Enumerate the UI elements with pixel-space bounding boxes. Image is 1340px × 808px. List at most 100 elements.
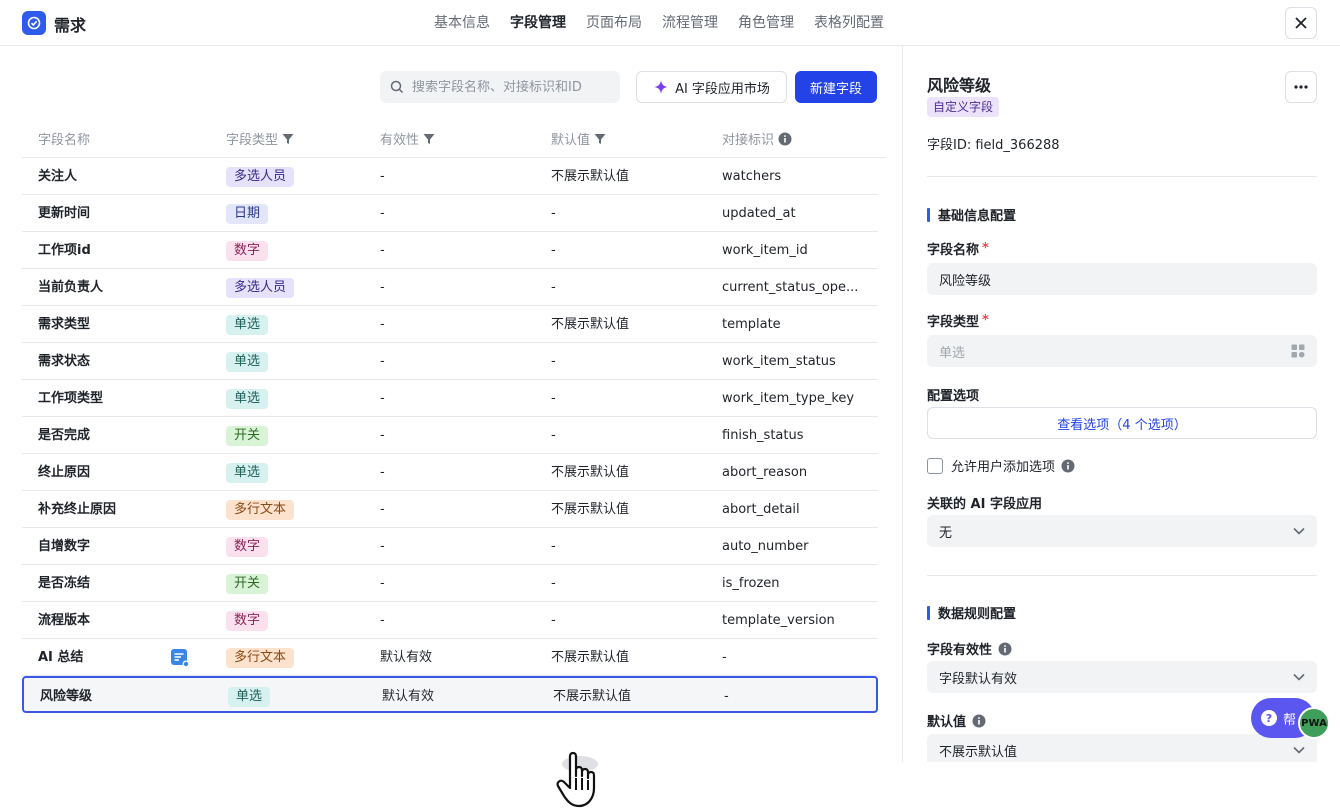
filter-icon[interactable] xyxy=(282,133,294,145)
validity-cell: - xyxy=(380,576,385,591)
field-detail-panel: 风险等级 自定义字段 字段ID: field_366288 基础信息配置 字段名… xyxy=(902,46,1340,762)
field-list-area: AI 字段应用市场 新建字段 字段名称 字段类型 有效性 默认值 对接标识 关注… xyxy=(0,46,902,808)
table-row[interactable]: 需求状态 单选 - - work_item_status xyxy=(22,343,878,380)
table-body: 关注人 多选人员 - 不展示默认值 watchers 更新时间 日期 - - updated_at… xyxy=(22,158,886,762)
table-row[interactable]: AI 总结 多行文本 默认有效 不展示默认值 - xyxy=(22,639,878,676)
header-api-key: 对接标识 xyxy=(722,129,792,148)
type-tag: 单选 xyxy=(226,462,269,483)
type-tag: 多选人员 xyxy=(226,277,295,298)
type-tag: 单选 xyxy=(226,351,269,372)
options-config-label: 配置选项 xyxy=(927,389,980,404)
more-actions-button[interactable] xyxy=(1285,71,1317,103)
header-field-name: 字段名称 xyxy=(38,133,91,148)
type-tag: 单选 xyxy=(228,686,271,707)
field-name-cell: AI 总结 xyxy=(38,650,84,665)
validity-cell: - xyxy=(380,428,385,443)
filter-icon[interactable] xyxy=(594,133,606,145)
ai-field-market-button[interactable]: AI 字段应用市场 xyxy=(636,71,787,103)
checkbox-box[interactable] xyxy=(927,457,943,474)
table-row[interactable]: 需求类型 单选 - 不展示默认值 template xyxy=(22,306,878,343)
default-value-cell: - xyxy=(551,613,556,628)
tab-5[interactable]: 表格列配置 xyxy=(804,0,894,46)
table-row[interactable]: 自增数字 数字 - - auto_number xyxy=(22,528,878,565)
field-name-cell: 是否冻结 xyxy=(38,576,91,591)
table-row[interactable]: 工作项类型 单选 - - work_item_type_key xyxy=(22,380,878,417)
header-validity: 有效性 xyxy=(380,129,435,148)
filter-icon[interactable] xyxy=(423,133,435,145)
default-value-select[interactable]: 不展示默认值 xyxy=(927,734,1317,762)
table-row[interactable]: 当前负责人 多选人员 - - current_status_ope... xyxy=(22,269,878,306)
table-row[interactable]: 补充终止原因 多行文本 - 不展示默认值 abort_detail xyxy=(22,491,878,528)
chevron-down-icon xyxy=(1293,527,1305,535)
api-key-cell: finish_status xyxy=(722,428,804,443)
info-icon[interactable] xyxy=(778,132,792,146)
app-logo-icon xyxy=(22,11,46,35)
table-row[interactable]: 工作项id 数字 - - work_item_id xyxy=(22,232,878,269)
api-key-cell: updated_at xyxy=(722,206,796,221)
table-row[interactable]: 终止原因 单选 - 不展示默认值 abort_reason xyxy=(22,454,878,491)
search-icon xyxy=(390,80,404,94)
field-type-label: 字段类型 * xyxy=(927,313,989,330)
more-dots-icon xyxy=(1294,85,1308,89)
default-value-cell: - xyxy=(551,243,556,258)
tab-3[interactable]: 流程管理 xyxy=(652,0,728,46)
validity-cell: 默认有效 xyxy=(382,689,435,704)
table-row[interactable]: 更新时间 日期 - - updated_at xyxy=(22,195,878,232)
api-key-cell: work_item_status xyxy=(722,354,836,369)
type-tag: 单选 xyxy=(226,314,269,335)
field-name-cell: 关注人 xyxy=(38,169,78,184)
search-input[interactable] xyxy=(412,79,612,95)
field-name-cell: 需求状态 xyxy=(38,354,91,369)
allow-add-option-checkbox[interactable]: 允许用户添加选项 xyxy=(927,456,1075,475)
field-name-cell: 补充终止原因 xyxy=(38,502,117,517)
close-icon xyxy=(1295,17,1307,29)
api-key-cell: current_status_ope... xyxy=(722,280,859,295)
field-name-cell: 是否完成 xyxy=(38,428,91,443)
data-rules-section-title: 数据规则配置 xyxy=(927,603,1016,622)
info-icon[interactable] xyxy=(972,714,986,728)
field-name-input[interactable]: 风险等级 xyxy=(927,263,1317,295)
table-header: 字段名称 字段类型 有效性 默认值 对接标识 xyxy=(22,116,886,158)
divider xyxy=(927,176,1317,177)
close-button[interactable] xyxy=(1285,7,1317,39)
field-type-cell: 日期 xyxy=(226,195,269,232)
tab-4[interactable]: 角色管理 xyxy=(728,0,804,46)
divider xyxy=(927,575,1317,576)
top-bar: 需求 基本信息 字段管理 页面布局 流程管理 角色管理 表格列配置 xyxy=(0,0,1340,46)
custom-field-badge: 自定义字段 xyxy=(927,97,1000,117)
default-value-cell: - xyxy=(551,391,556,406)
ai-app-select[interactable]: 无 xyxy=(927,515,1317,547)
table-row[interactable]: 流程版本 数字 - - template_version xyxy=(22,602,878,639)
chevron-down-icon xyxy=(1293,746,1305,754)
tab-0[interactable]: 基本信息 xyxy=(424,0,500,46)
search-box[interactable] xyxy=(380,71,620,103)
table-row[interactable]: 是否冻结 开关 - - is_frozen xyxy=(22,565,878,602)
default-value-label: 默认值 xyxy=(927,711,986,730)
table-row[interactable]: 关注人 多选人员 - 不展示默认值 watchers xyxy=(22,158,878,195)
field-type-cell: 数字 xyxy=(226,602,269,639)
table-row[interactable]: 风险等级 单选 默认有效 不展示默认值 - xyxy=(22,676,878,713)
field-type-cell: 单选 xyxy=(226,454,269,491)
info-icon[interactable] xyxy=(1061,459,1075,473)
field-name-label: 字段名称 * xyxy=(927,241,989,258)
field-type-cell: 单选 xyxy=(226,306,269,343)
field-type-cell: 多选人员 xyxy=(226,269,295,306)
validity-select[interactable]: 字段默认有效 xyxy=(927,661,1317,693)
sparkle-icon xyxy=(654,80,669,94)
user-avatar[interactable]: PWA xyxy=(1298,707,1330,739)
new-field-button[interactable]: 新建字段 xyxy=(795,71,877,103)
field-name-cell: 更新时间 xyxy=(38,206,91,221)
basic-info-section-title: 基础信息配置 xyxy=(927,205,1016,224)
tab-1[interactable]: 字段管理 xyxy=(500,0,576,46)
tab-2[interactable]: 页面布局 xyxy=(576,0,652,46)
field-name-cell: 风险等级 xyxy=(40,689,93,704)
default-value-cell: 不展示默认值 xyxy=(551,650,630,665)
table-row[interactable]: 是否完成 开关 - - finish_status xyxy=(22,417,878,454)
validity-cell: - xyxy=(380,391,385,406)
info-icon[interactable] xyxy=(998,642,1012,656)
type-tag: 开关 xyxy=(226,425,269,446)
view-options-button[interactable]: 查看选项（4 个选项） xyxy=(927,407,1317,439)
validity-label: 字段有效性 xyxy=(927,639,1012,658)
validity-cell: - xyxy=(380,502,385,517)
field-id-text: 字段ID: field_366288 xyxy=(927,138,1060,153)
